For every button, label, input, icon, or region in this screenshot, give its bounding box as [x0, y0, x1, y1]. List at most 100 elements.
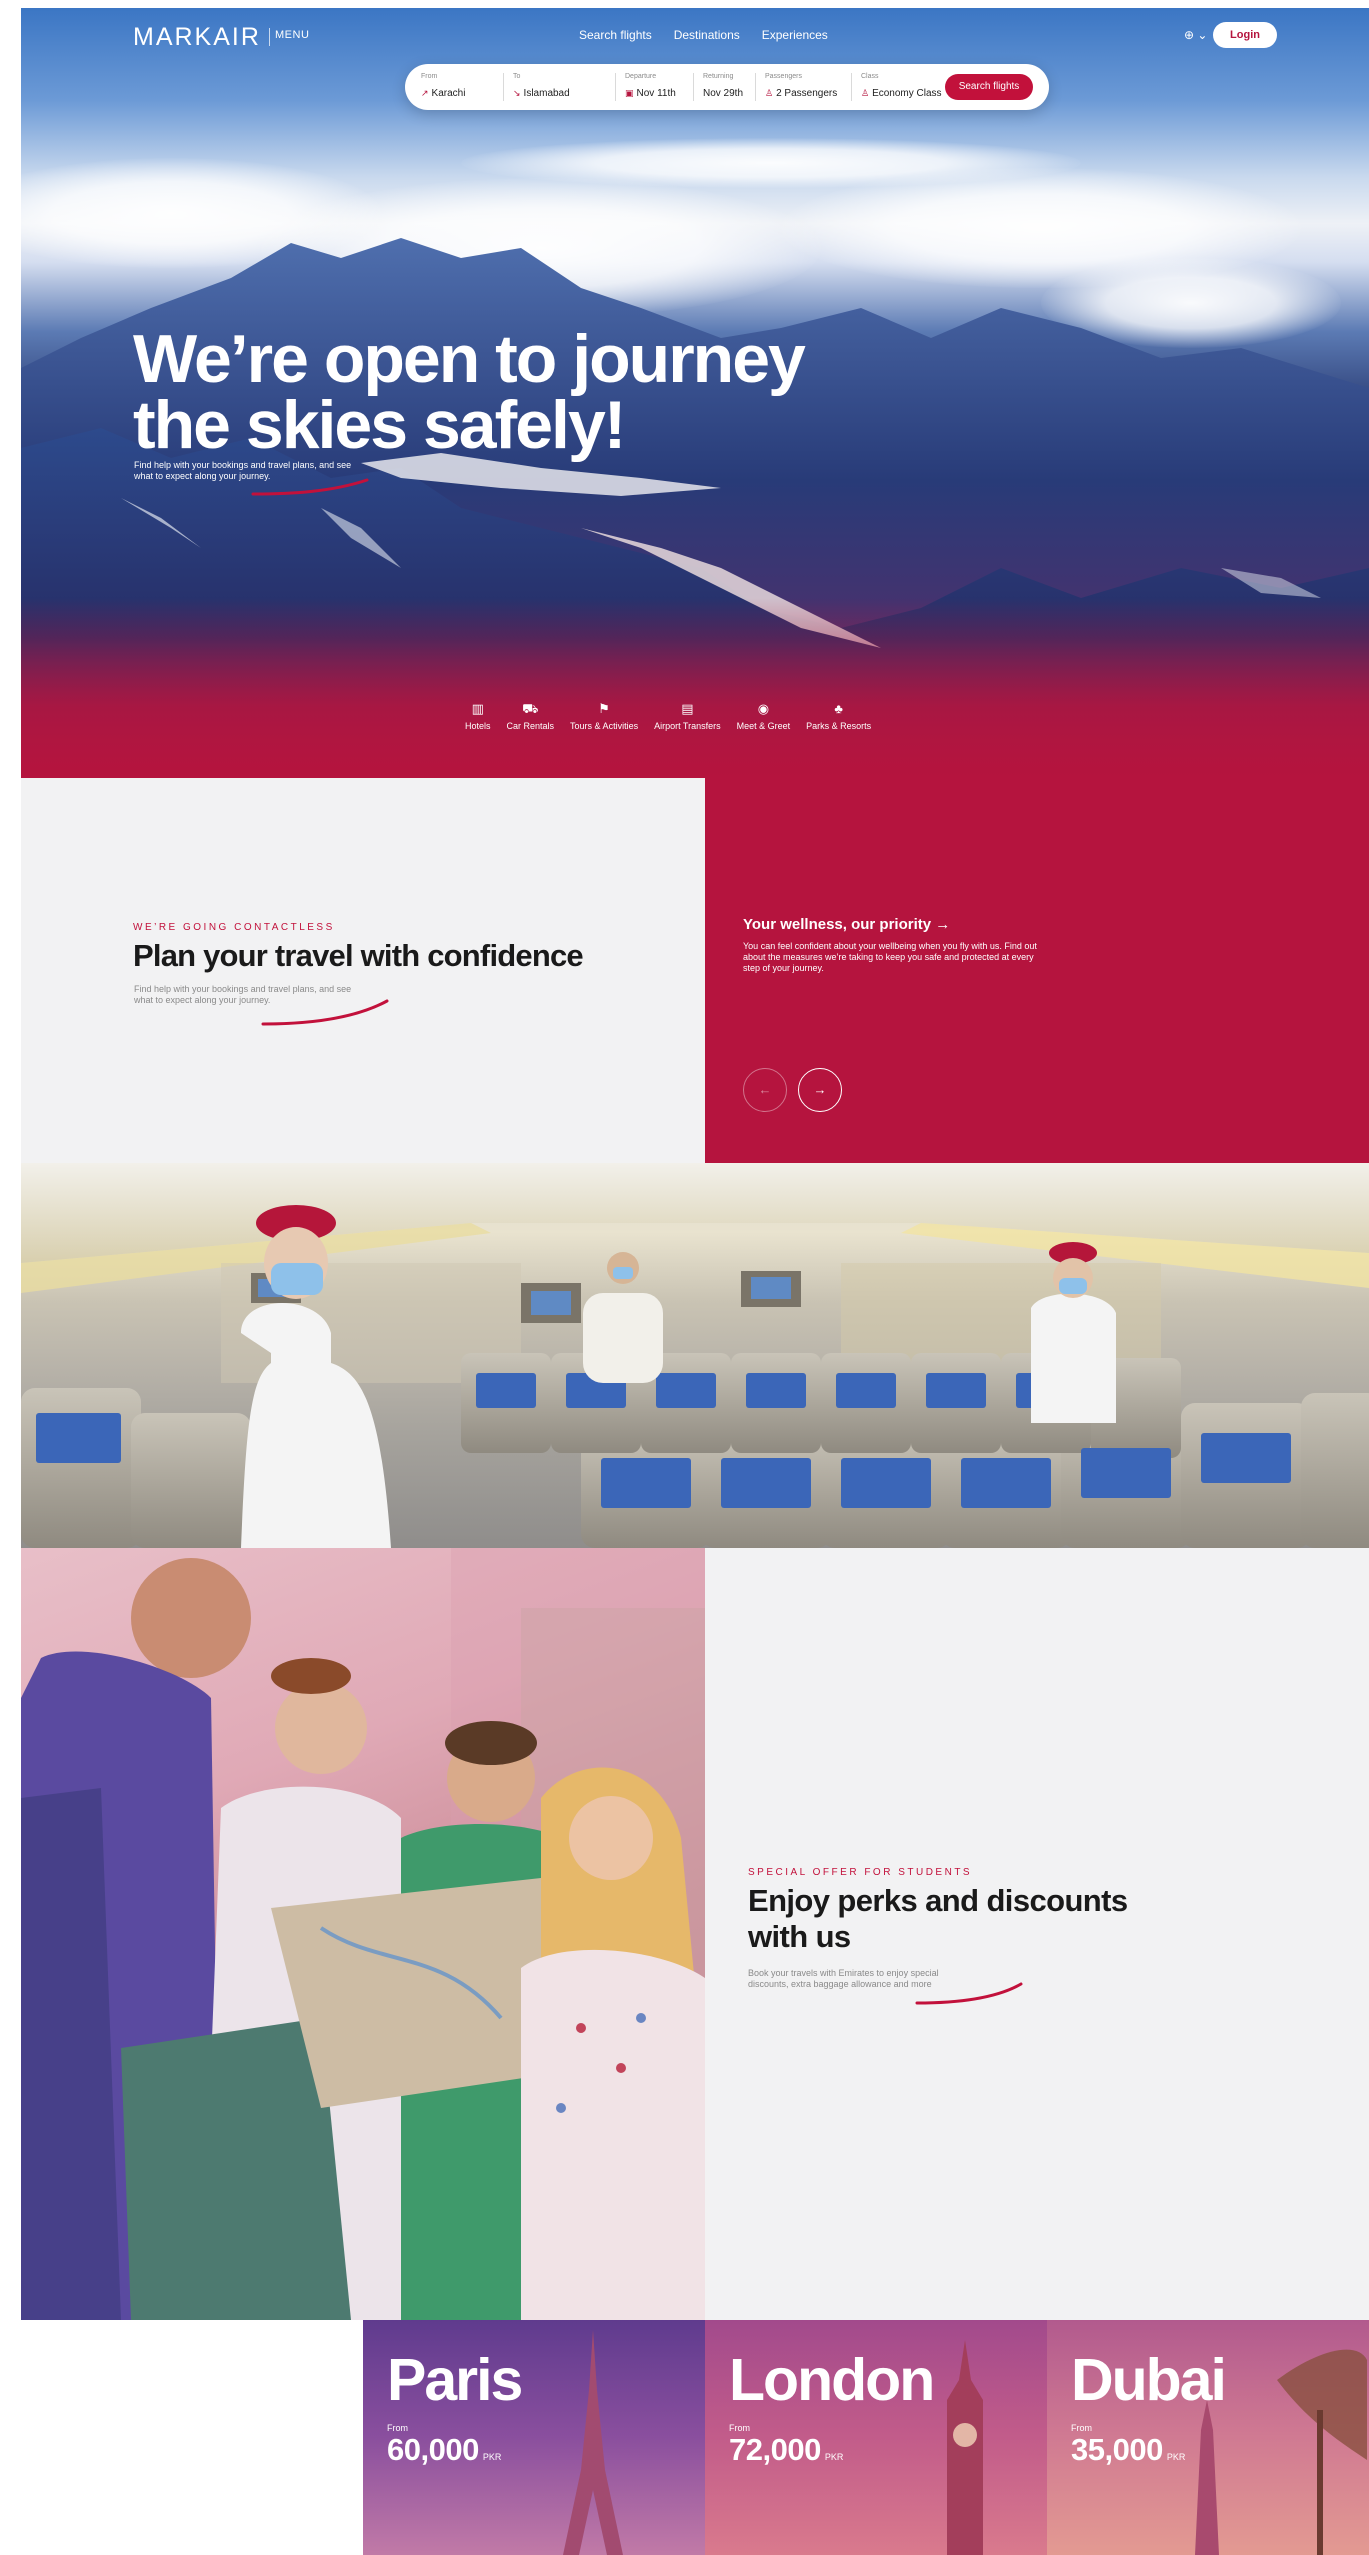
to-value: Islamabad: [523, 88, 570, 99]
language-selector[interactable]: ⊕ ⌄: [1184, 28, 1207, 42]
service-parks-resorts[interactable]: ♣ Parks & Resorts: [806, 701, 872, 732]
logo-divider: [269, 28, 270, 46]
big-ben-illustration: [947, 2340, 983, 2555]
class-field[interactable]: Class ♙ Economy Class: [861, 73, 942, 101]
wellness-card-panel: Your wellness, our priority → You can fe…: [705, 778, 1369, 1163]
arrival-arrow-icon: ↘: [513, 88, 521, 98]
flight-search-bar: From ↗ Karachi To ↘ Islamabad Departure ▣ N…: [405, 64, 1049, 110]
hero-title-line: the skies safely!: [133, 387, 626, 463]
service-label: Hotels: [465, 721, 491, 731]
calendar-icon: ▣: [625, 88, 634, 98]
departure-arrow-icon: ↗: [421, 88, 429, 98]
globe-icon: ⊕: [1184, 28, 1195, 42]
currency-label: PKR: [824, 2452, 844, 2462]
hero-title-line: We’re open to journey: [133, 321, 806, 397]
service-label: Tours & Activities: [570, 721, 639, 731]
bus-icon: ▤: [681, 701, 694, 716]
swoosh-decoration: [251, 478, 369, 496]
destination-card-london[interactable]: London From 72,000 PKR: [705, 2320, 1047, 2555]
carousel-next-button[interactable]: →: [798, 1068, 842, 1112]
wellness-link[interactable]: Your wellness, our priority →: [743, 916, 950, 933]
destination-card-dubai[interactable]: Dubai From 35,000 PKR: [1047, 2320, 1369, 2555]
eiffel-tower-illustration: [563, 2330, 623, 2555]
destination-price: 72,000 PKR: [729, 2432, 843, 2468]
arrow-right-icon: →: [813, 1082, 827, 1097]
contactless-eyebrow: WE’RE GOING CONTACTLESS: [133, 922, 335, 933]
passengers-field[interactable]: Passengers ♙ 2 Passengers: [765, 73, 837, 101]
nav-links: Search flights Destinations Experiences: [579, 28, 828, 42]
resort-icon: ♣: [834, 701, 843, 716]
to-field[interactable]: To ↘ Islamabad: [513, 73, 570, 101]
students-eyebrow: SPECIAL OFFER FOR STUDENTS: [748, 1867, 973, 1878]
from-field[interactable]: From ↗ Karachi: [421, 73, 465, 101]
field-divider: [503, 73, 504, 101]
field-divider: [615, 73, 616, 101]
passengers-value: 2 Passengers: [776, 88, 838, 99]
login-button[interactable]: Login: [1213, 22, 1277, 48]
students-text-panel: SPECIAL OFFER FOR STUDENTS Enjoy perks a…: [705, 1548, 1369, 2320]
destination-price: 60,000 PKR: [387, 2432, 501, 2468]
top-navigation: MARKAIR MENU Search flights Destinations…: [21, 8, 1369, 68]
students-title: Enjoy perks and discounts with us: [748, 1883, 1128, 1954]
field-divider: [755, 73, 756, 101]
car-icon: ⛟: [522, 701, 539, 716]
chevron-down-icon: ⌄: [1197, 28, 1208, 42]
service-tours-activities[interactable]: ⚑ Tours & Activities: [570, 701, 639, 732]
hero-section: MARKAIR MENU Search flights Destinations…: [21, 8, 1369, 778]
destination-card-paris[interactable]: Paris From 60,000 PKR: [363, 2320, 705, 2555]
swoosh-decoration: [915, 1982, 1023, 2005]
contactless-intro-panel: WE’RE GOING CONTACTLESS Plan your travel…: [21, 778, 705, 1163]
hotel-icon: ▥: [471, 701, 484, 716]
service-label: Meet & Greet: [736, 721, 791, 731]
students-illustration: [21, 1548, 705, 2320]
service-meet-greet[interactable]: ◉ Meet & Greet: [736, 701, 791, 732]
passengers-label: Passengers: [765, 73, 802, 80]
service-hotels[interactable]: ▥ Hotels: [465, 701, 491, 732]
hero-gradient-overlay: [21, 598, 1369, 778]
currency-label: PKR: [1166, 2452, 1186, 2462]
wellness-text: You can feel confident about your wellbe…: [743, 941, 1037, 973]
page: MARKAIR MENU Search flights Destinations…: [21, 8, 1369, 2555]
nav-link-destinations[interactable]: Destinations: [674, 28, 740, 42]
returning-field[interactable]: Returning Nov 29th: [703, 73, 743, 101]
service-airport-transfers[interactable]: ▤ Airport Transfers: [654, 701, 721, 732]
field-divider: [851, 73, 852, 101]
departure-label: Departure: [625, 73, 657, 80]
class-label: Class: [861, 73, 879, 80]
passenger-icon: ♙: [765, 88, 774, 98]
search-flights-button[interactable]: Search flights: [945, 74, 1033, 100]
from-value: Karachi: [431, 88, 466, 99]
cabin-crew-photo: [21, 1163, 1369, 1548]
departure-value: Nov 11th: [636, 88, 676, 99]
service-label: Car Rentals: [506, 721, 555, 731]
service-car-rentals[interactable]: ⛟ Car Rentals: [506, 701, 555, 732]
service-label: Parks & Resorts: [806, 721, 872, 731]
destination-name: London: [729, 2347, 935, 2413]
contactless-section: WE’RE GOING CONTACTLESS Plan your travel…: [21, 778, 1369, 1163]
nav-link-experiences[interactable]: Experiences: [762, 28, 828, 42]
class-value: Economy Class: [872, 88, 942, 99]
destination-name: Paris: [387, 2347, 523, 2413]
carousel-prev-button[interactable]: ←: [743, 1068, 787, 1112]
price-value: 35,000: [1071, 2432, 1163, 2467]
greet-icon: ◉: [757, 701, 770, 716]
departure-field[interactable]: Departure ▣ Nov 11th: [625, 73, 676, 101]
students-offer-section: SPECIAL OFFER FOR STUDENTS Enjoy perks a…: [21, 1548, 1369, 2320]
destinations-section: Paris From 60,000 PKR London From 72,000 P…: [21, 2320, 1369, 2555]
price-value: 60,000: [387, 2432, 479, 2467]
cabin-illustration: [21, 1163, 1369, 1548]
destination-price: 35,000 PKR: [1071, 2432, 1185, 2468]
hero-title: We’re open to journey the skies safely!: [133, 321, 853, 463]
returning-value: Nov 29th: [703, 88, 744, 99]
services-bar: ▥ Hotels ⛟ Car Rentals ⚑ Tours & Activit…: [465, 701, 872, 732]
nav-link-search-flights[interactable]: Search flights: [579, 28, 652, 42]
markair-logo[interactable]: MARKAIR: [133, 23, 261, 52]
tours-icon: ⚑: [598, 701, 610, 716]
field-divider: [693, 73, 694, 101]
swoosh-decoration: [261, 999, 389, 1026]
menu-button[interactable]: MENU: [275, 29, 309, 41]
returning-label: Returning: [703, 73, 734, 80]
currency-label: PKR: [482, 2452, 502, 2462]
seat-icon: ♙: [861, 88, 870, 98]
contactless-title: Plan your travel with confidence: [133, 938, 584, 973]
